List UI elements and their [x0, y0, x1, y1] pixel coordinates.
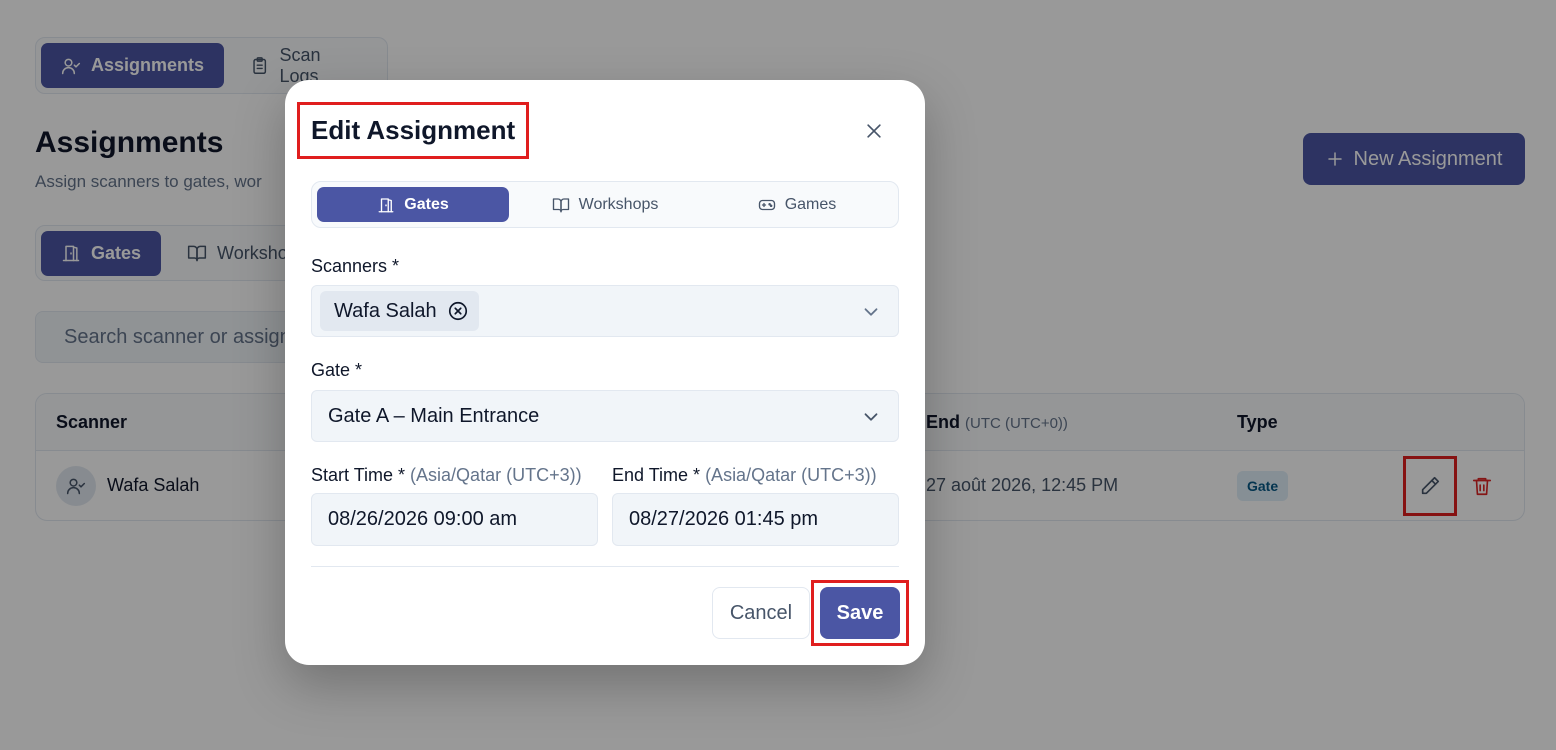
gate-select[interactable]: Gate A – Main Entrance	[311, 390, 899, 442]
start-time-label: Start Time * (Asia/Qatar (UTC+3))	[311, 465, 582, 486]
save-button[interactable]: Save	[820, 587, 900, 639]
start-time-input[interactable]: 08/26/2026 09:00 am	[311, 493, 598, 546]
chevron-down-icon	[864, 413, 878, 421]
end-time-label: End Time * (Asia/Qatar (UTC+3))	[612, 465, 877, 486]
page: Assignments Scan Logs Assignments Assign…	[0, 0, 1556, 750]
dialog-tab-gates[interactable]: Gates	[317, 187, 509, 222]
remove-circle-icon[interactable]	[447, 300, 469, 322]
dialog-tab-games[interactable]: Games	[701, 187, 893, 222]
scanners-label: Scanners *	[311, 256, 400, 276]
book-open-icon	[552, 197, 569, 212]
start-time-timezone: (Asia/Qatar (UTC+3))	[410, 465, 582, 485]
dialog-tab-gates-label: Gates	[404, 195, 449, 213]
dialog-tab-games-label: Games	[784, 195, 837, 213]
dialog-title: Edit Assignment	[296, 102, 530, 159]
close-button[interactable]	[859, 116, 889, 146]
start-time-label-text: Start Time *	[311, 465, 406, 485]
selected-scanner-chip: Wafa Salah	[320, 291, 479, 331]
chevron-down-icon	[864, 308, 878, 316]
dialog-tab-workshops[interactable]: Workshops	[509, 187, 701, 222]
selected-scanner-name: Wafa Salah	[334, 299, 437, 322]
dialog-divider	[311, 566, 899, 567]
gamepad-icon	[758, 199, 775, 210]
dialog-tab-workshops-label: Workshops	[578, 195, 659, 213]
gate-label: Gate *	[311, 360, 363, 380]
dialog-type-tabs: Gates Workshops Games	[311, 181, 899, 228]
scanners-select[interactable]: Wafa Salah	[311, 285, 899, 337]
save-button-highlight: Save	[811, 580, 909, 646]
end-time-label-text: End Time *	[612, 465, 701, 485]
gate-value: Gate A – Main Entrance	[328, 404, 540, 427]
edit-assignment-dialog: Edit Assignment Gates Workshops Games Sc…	[285, 80, 925, 665]
cancel-button[interactable]: Cancel	[712, 587, 810, 639]
close-icon	[867, 124, 881, 138]
door-icon	[378, 197, 394, 212]
end-time-input[interactable]: 08/27/2026 01:45 pm	[612, 493, 899, 546]
end-time-timezone: (Asia/Qatar (UTC+3))	[705, 465, 877, 485]
